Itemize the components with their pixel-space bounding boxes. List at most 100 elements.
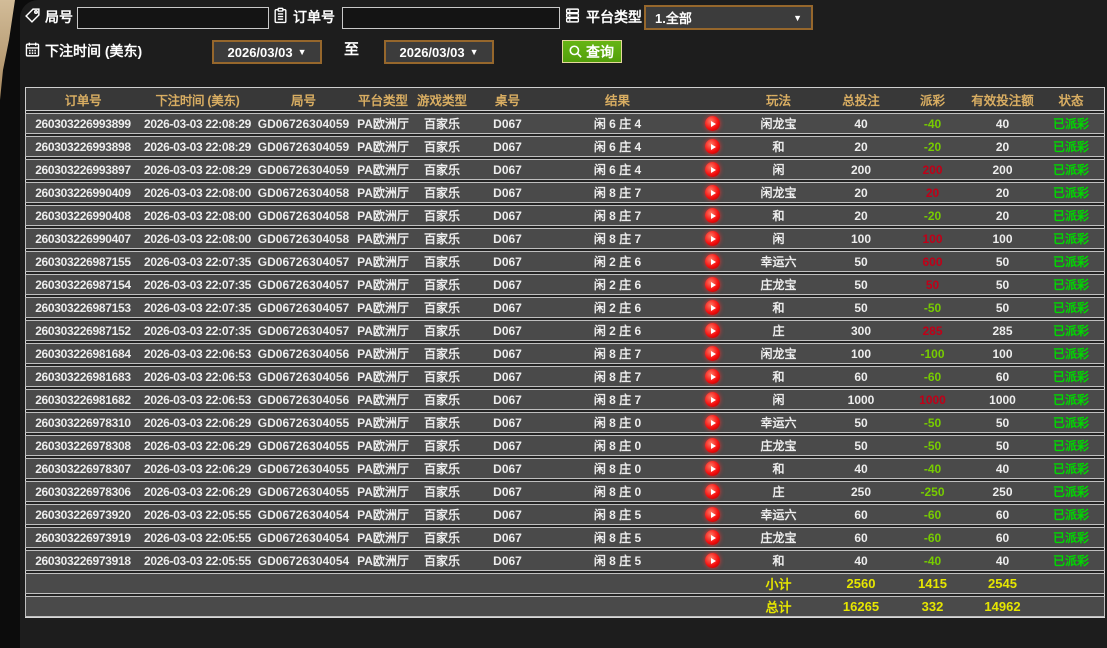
play-icon[interactable] [705,530,720,545]
cell-replay [690,275,735,294]
subtotal-valid: 2545 [965,574,1040,593]
cell-total-bet: 60 [822,528,900,547]
play-icon[interactable] [705,323,720,338]
play-icon[interactable] [705,346,720,361]
cell-status: 已派彩 [1040,229,1102,248]
play-icon[interactable] [705,392,720,407]
cell-order-id: 260303226993897 [26,160,140,179]
play-triangle-icon [711,236,716,242]
play-icon[interactable] [705,116,720,131]
cell-valid-bet: 50 [965,298,1040,317]
cell-play-type: 和 [735,459,822,478]
cell-result: 闲 2 庄 6 [545,252,690,271]
cell-bet-time: 2026-03-03 22:08:00 [140,206,255,225]
query-button[interactable]: 查询 [562,40,622,63]
cell-result: 闲 6 庄 4 [545,114,690,133]
cell-game-type: 百家乐 [414,459,470,478]
cell-replay [690,160,735,179]
cell-valid-bet: 50 [965,436,1040,455]
play-icon[interactable] [705,139,720,154]
cell-game-type: 百家乐 [414,183,470,202]
round-number-input[interactable] [77,7,269,29]
bet-records-table: 订单号下注时间 (美东)局号平台类型游戏类型桌号结果玩法总投注派彩有效投注额状态… [25,88,1105,618]
cell-play-type: 和 [735,367,822,386]
platform-type-select[interactable]: 1.全部 ▼ [644,5,813,30]
subtotal-platform [352,574,414,593]
cell-table-id: D067 [470,551,545,570]
subtotal-table [470,574,545,593]
order-number-input[interactable] [342,7,560,29]
cell-replay [690,551,735,570]
cell-play-type: 闲龙宝 [735,344,822,363]
play-icon[interactable] [705,507,720,522]
play-icon[interactable] [705,277,720,292]
cell-total-bet: 1000 [822,390,900,409]
cell-order-id: 260303226978306 [26,482,140,501]
cell-game-type: 百家乐 [414,436,470,455]
cell-platform-type: PA欧洲厅 [352,459,414,478]
play-triangle-icon [711,489,716,495]
cell-payout: -40 [900,551,965,570]
cell-valid-bet: 285 [965,321,1040,340]
cell-order-id: 260303226990407 [26,229,140,248]
play-icon[interactable] [705,185,720,200]
table-row: 2603032269938982026-03-03 22:08:29GD0672… [25,136,1105,157]
play-icon[interactable] [705,438,720,453]
table-row: 2603032269904092026-03-03 22:08:00GD0672… [25,182,1105,203]
play-triangle-icon [711,144,716,150]
play-icon[interactable] [705,254,720,269]
cell-payout: -100 [900,344,965,363]
cell-round-id: GD06726304054 [255,551,352,570]
cell-order-id: 260303226973918 [26,551,140,570]
cell-game-type: 百家乐 [414,298,470,317]
column-header: 平台类型 [352,88,414,110]
platform-type-label: 平台类型 [586,9,642,25]
cell-order-id: 260303226987153 [26,298,140,317]
date-from-select[interactable]: 2026/03/03 ▼ [212,40,322,64]
play-icon[interactable] [705,484,720,499]
play-icon[interactable] [705,461,720,476]
cell-round-id: GD06726304057 [255,252,352,271]
cell-payout: -20 [900,137,965,156]
table-row: 2603032269739182026-03-03 22:05:55GD0672… [25,550,1105,571]
play-triangle-icon [711,167,716,173]
cell-play-type: 和 [735,298,822,317]
play-icon[interactable] [705,162,720,177]
cell-table-id: D067 [470,436,545,455]
play-icon[interactable] [705,231,720,246]
subtotal-round [255,574,352,593]
cell-table-id: D067 [470,321,545,340]
play-icon[interactable] [705,300,720,315]
tag-icon [24,7,41,24]
cell-payout: 20 [900,183,965,202]
table-row: 2603032269871552026-03-03 22:07:35GD0672… [25,251,1105,272]
order-number-label: 订单号 [293,9,335,25]
play-icon[interactable] [705,208,720,223]
cell-platform-type: PA欧洲厅 [352,160,414,179]
column-header: 状态 [1040,88,1102,110]
round-number-label: 局号 [45,9,73,25]
cell-game-type: 百家乐 [414,505,470,524]
cell-platform-type: PA欧洲厅 [352,528,414,547]
cell-game-type: 百家乐 [414,528,470,547]
play-icon[interactable] [705,415,720,430]
cell-round-id: GD06726304057 [255,321,352,340]
cell-status: 已派彩 [1040,321,1102,340]
play-icon[interactable] [705,369,720,384]
cell-valid-bet: 50 [965,252,1040,271]
cell-game-type: 百家乐 [414,344,470,363]
cell-valid-bet: 20 [965,206,1040,225]
cell-order-id: 260303226978308 [26,436,140,455]
cell-bet-time: 2026-03-03 22:07:35 [140,252,255,271]
cell-result: 闲 8 庄 7 [545,390,690,409]
grand-total-valid: 14962 [965,597,1040,616]
cell-payout: -50 [900,298,965,317]
cell-payout: -250 [900,482,965,501]
cell-status: 已派彩 [1040,137,1102,156]
date-to-select[interactable]: 2026/03/03 ▼ [384,40,494,64]
cell-status: 已派彩 [1040,183,1102,202]
cell-valid-bet: 250 [965,482,1040,501]
cell-status: 已派彩 [1040,367,1102,386]
play-icon[interactable] [705,553,720,568]
cell-result: 闲 6 庄 4 [545,137,690,156]
